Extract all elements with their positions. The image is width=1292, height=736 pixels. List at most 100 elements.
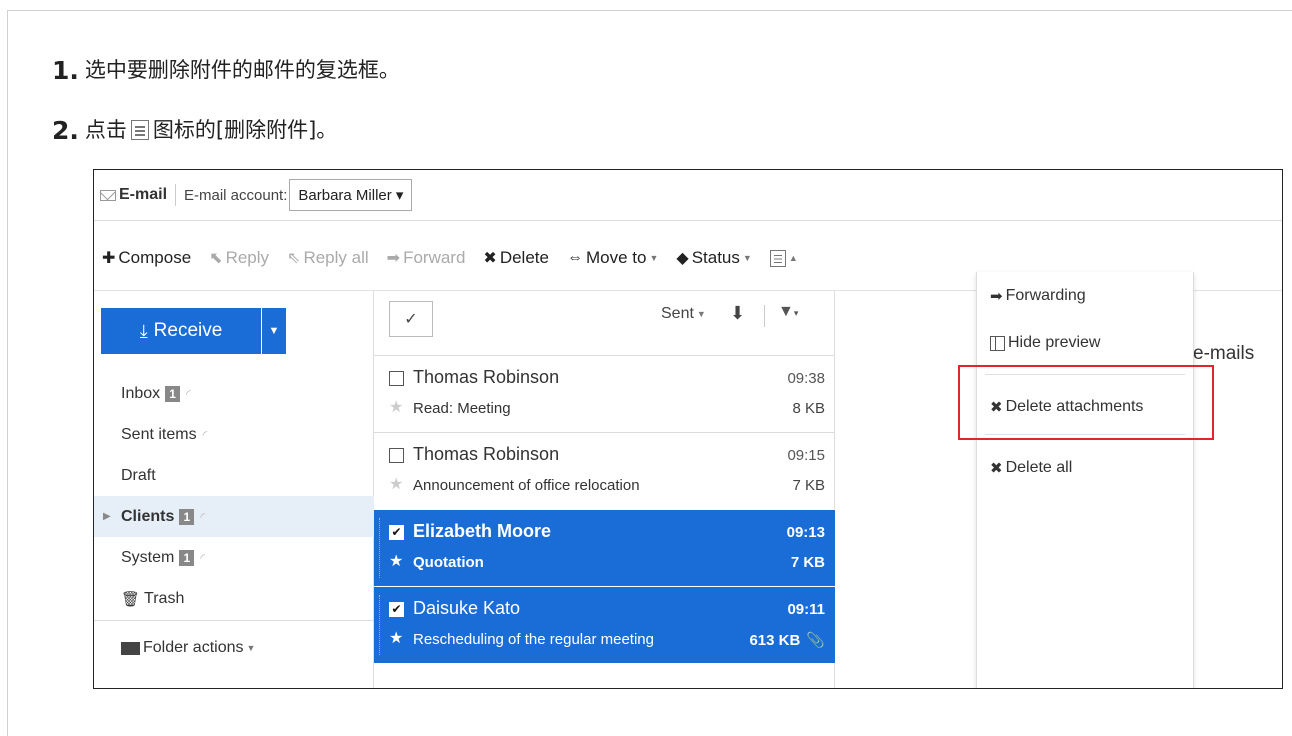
check-icon: ✓ bbox=[404, 311, 418, 328]
caret-down-icon: ▼ bbox=[246, 643, 256, 653]
caret-down-icon: ▾ bbox=[391, 187, 404, 204]
message-subject: Read: Meeting bbox=[413, 400, 511, 417]
sort-dropdown[interactable]: Sent ▼ bbox=[661, 305, 706, 323]
message-subject: Quotation bbox=[413, 554, 484, 571]
menu-item-label: Delete all bbox=[1005, 459, 1073, 476]
folder-label: Inbox bbox=[121, 384, 161, 402]
star-icon[interactable]: ★ bbox=[389, 474, 403, 494]
status-label: Status bbox=[691, 248, 740, 267]
toolbar: ✚ Compose ⬉ Reply ⇖ Reply all ➡ Forward ✖ Del… bbox=[94, 240, 1282, 276]
expand-triangle-icon[interactable]: ▶ bbox=[103, 511, 111, 522]
folder-sent-items[interactable]: Sent items ◜ bbox=[94, 414, 374, 455]
message-time: 09:11 bbox=[787, 601, 825, 618]
forward-label: Forward bbox=[403, 248, 466, 267]
download-icon: ⤓ bbox=[139, 320, 148, 341]
divider bbox=[764, 305, 765, 327]
reply-all-icon: ⇖ bbox=[287, 250, 301, 267]
folder-icon bbox=[121, 641, 140, 655]
list-item[interactable]: ✔ Daisuke Kato 09:11 ★ Rescheduling of t… bbox=[374, 586, 835, 663]
rss-icon: ◜ bbox=[202, 427, 208, 442]
list-item[interactable]: ✔ Elizabeth Moore 09:13 ★ Quotation 7 KB bbox=[374, 509, 835, 586]
options-menu-button[interactable]: ▲ bbox=[769, 249, 798, 267]
forward-arrow-icon: ➡ bbox=[386, 250, 401, 267]
preview-text: e-mails bbox=[1193, 343, 1255, 364]
account-select[interactable]: Barbara Miller ▾ bbox=[289, 179, 413, 211]
unread-badge: 1 bbox=[165, 385, 181, 402]
message-checkbox[interactable] bbox=[389, 448, 404, 463]
folder-label: Trash bbox=[144, 589, 185, 607]
instruction-step-1: 1. 选中要删除附件的邮件的复选框。 bbox=[52, 58, 400, 83]
reply-button[interactable]: ⬉ Reply bbox=[209, 248, 269, 268]
folder-list: Inbox 1 ◜ Sent items ◜ Draft ▶ Clients 1 ◜ Sys… bbox=[94, 373, 374, 619]
delete-button[interactable]: ✖ Delete bbox=[483, 248, 549, 268]
reply-all-button[interactable]: ⇖ Reply all bbox=[287, 248, 369, 268]
reply-all-label: Reply all bbox=[303, 248, 369, 267]
tag-icon: ◆ bbox=[676, 250, 689, 267]
step-number: 2. bbox=[52, 116, 79, 146]
caret-down-icon: ▼ bbox=[268, 325, 280, 337]
forward-button[interactable]: ➡ Forward bbox=[387, 248, 466, 268]
folder-system[interactable]: System 1 ◜ bbox=[94, 537, 374, 578]
folder-clients[interactable]: ▶ Clients 1 ◜ bbox=[94, 496, 374, 537]
sort-label: Sent bbox=[661, 305, 694, 322]
filter-icon[interactable]: ▼▾ bbox=[778, 303, 798, 321]
menu-item-forwarding[interactable]: ➡ Forwarding bbox=[990, 287, 1086, 305]
x-icon: ✖ bbox=[990, 460, 1003, 477]
receive-label: Receive bbox=[153, 320, 223, 341]
message-size: 613 KB bbox=[749, 632, 801, 649]
menu-item-delete-all[interactable]: ✖ Delete all bbox=[990, 459, 1072, 477]
app-title: E-mail bbox=[119, 186, 168, 203]
message-size: 8 KB bbox=[792, 400, 825, 417]
rss-icon: ◜ bbox=[200, 509, 205, 524]
message-time: 09:38 bbox=[787, 370, 825, 387]
highlight-box bbox=[958, 365, 1214, 440]
folder-sidebar: ⤓ Receive ▼ Inbox 1 ◜ Sent items ◜ Draft ▶ Cl… bbox=[94, 291, 374, 688]
menu-item-label: Forwarding bbox=[1005, 287, 1086, 304]
account-value: Barbara Miller bbox=[298, 187, 392, 204]
star-icon[interactable]: ★ bbox=[389, 628, 403, 648]
receive-button-group: ⤓ Receive ▼ bbox=[101, 308, 286, 354]
rss-icon: ◜ bbox=[186, 386, 191, 401]
step-text-before: 点击 bbox=[84, 118, 127, 142]
star-icon[interactable]: ★ bbox=[389, 397, 403, 417]
message-sender: Thomas Robinson bbox=[413, 444, 560, 464]
message-checkbox[interactable]: ✔ bbox=[389, 525, 404, 540]
message-subject: Announcement of office relocation bbox=[413, 477, 640, 494]
folder-actions-button[interactable]: Folder actions ▼ bbox=[94, 620, 374, 675]
status-button[interactable]: ◆ Status ▼ bbox=[676, 248, 751, 268]
unread-badge: 1 bbox=[179, 549, 195, 566]
preview-pane-icon bbox=[990, 335, 1005, 351]
select-all-checkbox[interactable]: ✓ bbox=[389, 301, 433, 337]
step-text-after: 图标的[删除附件]。 bbox=[152, 118, 338, 142]
caret-down-icon: ▼ bbox=[742, 253, 752, 263]
instruction-step-2: 2. 点击 图标的[删除附件]。 bbox=[52, 118, 337, 143]
message-sender: Thomas Robinson bbox=[413, 367, 560, 387]
forward-arrow-icon: ➡ bbox=[990, 288, 1003, 305]
compose-label: Compose bbox=[118, 248, 192, 267]
reply-icon: ⬉ bbox=[209, 250, 223, 267]
message-size-wrap: 613 KB 📎 bbox=[749, 631, 825, 649]
divider bbox=[175, 184, 177, 206]
list-menu-icon bbox=[130, 120, 149, 140]
move-to-button[interactable]: ⇔ Move to ▼ bbox=[567, 248, 658, 268]
folder-draft[interactable]: Draft bbox=[94, 455, 374, 496]
folder-label: Sent items bbox=[121, 425, 197, 443]
receive-button[interactable]: ⤓ Receive bbox=[101, 308, 262, 354]
folder-trash[interactable]: 🗑 Trash bbox=[94, 578, 374, 619]
receive-dropdown-toggle[interactable]: ▼ bbox=[262, 308, 286, 354]
folder-label: System bbox=[121, 548, 175, 566]
message-checkbox[interactable]: ✔ bbox=[389, 602, 404, 617]
star-icon[interactable]: ★ bbox=[389, 551, 403, 571]
menu-item-label: Hide preview bbox=[1008, 334, 1101, 351]
list-item[interactable]: Thomas Robinson 09:38 ★ Read: Meeting 8 … bbox=[374, 355, 835, 432]
step-number: 1. bbox=[52, 56, 79, 86]
sort-direction-icon[interactable]: ⬇ bbox=[730, 303, 745, 324]
folder-inbox[interactable]: Inbox 1 ◜ bbox=[94, 373, 374, 414]
menu-item-hide-preview[interactable]: Hide preview bbox=[990, 334, 1100, 352]
message-checkbox[interactable] bbox=[389, 371, 404, 386]
compose-button[interactable]: ✚ Compose bbox=[102, 248, 191, 268]
list-item[interactable]: Thomas Robinson 09:15 ★ Announcement of … bbox=[374, 432, 835, 509]
folder-label: Clients bbox=[121, 507, 175, 525]
caret-down-icon: ▼ bbox=[696, 309, 706, 319]
message-list: ✓ Sent ▼ ⬇ ▼▾ Thomas Robinson 09:38 ★ Rea… bbox=[374, 291, 835, 688]
